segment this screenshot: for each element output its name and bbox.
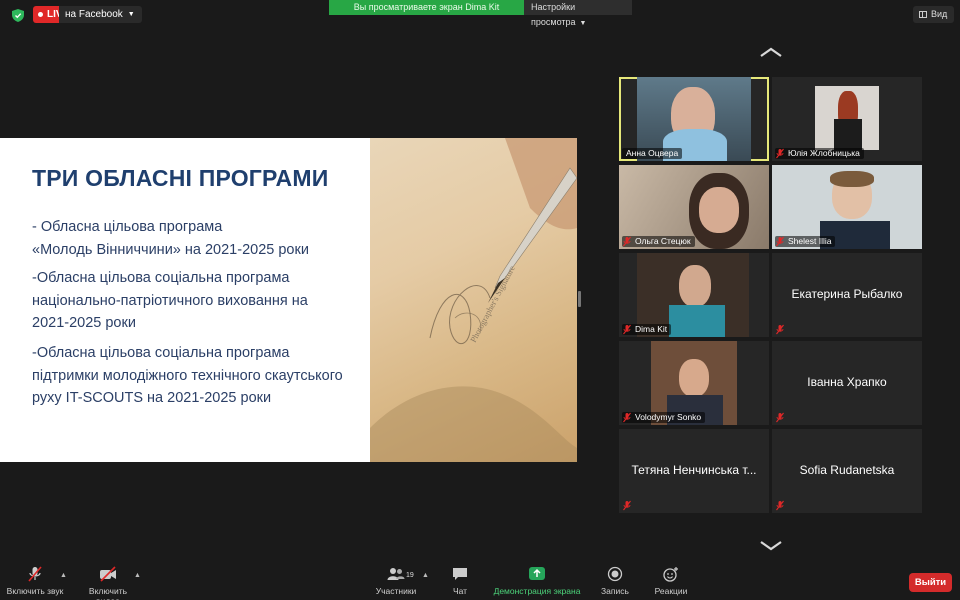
participant-video: [669, 305, 725, 337]
participant-name: Sofia Rudanetska: [799, 463, 895, 477]
chat-icon: [453, 568, 467, 580]
slide-photo-pen: Photographer's Signature: [370, 138, 577, 462]
participant-name: Юлія Жлобницька: [775, 148, 864, 159]
participant-name: Екатерина Рыбалко: [791, 287, 903, 301]
splitter-handle[interactable]: [578, 291, 581, 307]
muted-mic-icon: [776, 148, 784, 159]
view-options-dropdown[interactable]: Настройки просмотра ▼: [524, 0, 632, 27]
participant-video: [834, 119, 862, 150]
view-button-label: Вид: [931, 9, 948, 19]
participant-tile[interactable]: Volodymyr Sonko: [619, 341, 769, 425]
leave-meeting-button[interactable]: Выйти: [909, 573, 952, 592]
muted-mic-icon: [776, 412, 784, 423]
chevron-up-icon[interactable]: ▲: [134, 572, 141, 579]
slide-item-3: -Обласна цільова соціальна програма підт…: [32, 345, 343, 406]
shared-screen[interactable]: ТРИ ОБЛАСНІ ПРОГРАМИ - Обласна цільова п…: [0, 138, 577, 462]
reactions-label: Реакции: [654, 586, 688, 596]
participant-name: Тетяна Ненчинська т...: [631, 463, 757, 477]
muted-mic-icon: [776, 236, 784, 247]
participants-icon: [387, 568, 405, 580]
participant-tile[interactable]: Юлія Жлобницька: [772, 77, 922, 161]
video-off-icon: [100, 566, 116, 582]
stream-target-dropdown[interactable]: на Facebook ▼: [59, 6, 142, 23]
share-screen-label: Демонстрация экрана: [493, 586, 581, 596]
record-button[interactable]: Запись: [598, 566, 632, 596]
participant-tile[interactable]: Dima Kit: [619, 253, 769, 337]
chat-button[interactable]: Чат: [445, 566, 475, 596]
participant-name: Ольга Стецюк: [622, 236, 695, 247]
pen-signature-illustration: Photographer's Signature: [370, 138, 577, 462]
start-video-label: Включить видео: [88, 586, 128, 600]
participant-name: Volodymyr Sonko: [622, 412, 706, 423]
grid-view-icon: [919, 11, 927, 18]
slide-title: ТРИ ОБЛАСНІ ПРОГРАМИ: [32, 165, 329, 191]
participants-count: 19: [406, 572, 414, 579]
meeting-toolbar: Включить звук ▲ Включить видео ▲ Участни…: [0, 562, 960, 600]
participant-video: [679, 265, 711, 307]
unmute-label: Включить звук: [6, 586, 64, 596]
participant-tile[interactable]: Іванна Храпко: [772, 341, 922, 425]
participants-label: Участники: [375, 586, 417, 596]
muted-mic-icon: [623, 324, 631, 335]
participant-tile[interactable]: Ольга Стецюк: [619, 165, 769, 249]
screen-share-banner: Вы просматриваете экран Dima Kit: [329, 0, 524, 15]
participant-name: Іванна Храпко: [807, 375, 887, 389]
shield-icon[interactable]: [12, 9, 24, 22]
stream-target-label: на Facebook: [65, 9, 123, 20]
participant-tile[interactable]: Екатерина Рыбалко: [772, 253, 922, 337]
chevron-up-icon[interactable]: ▲: [422, 572, 429, 579]
muted-mic-icon: [623, 412, 631, 423]
muted-mic-icon: [623, 500, 631, 511]
participant-video: [699, 187, 739, 233]
record-icon: [607, 566, 623, 582]
chevron-down-icon: [760, 541, 782, 551]
photo-caption: Photographer's Signature: [468, 264, 517, 344]
muted-mic-icon: [28, 566, 42, 582]
muted-mic-icon: [623, 236, 631, 247]
participant-tile[interactable]: Тетяна Ненчинська т...: [619, 429, 769, 513]
participant-tile[interactable]: Анна Оцвера: [619, 77, 769, 161]
muted-mic-icon: [776, 500, 784, 511]
share-screen-icon: [529, 567, 545, 580]
record-label: Запись: [601, 586, 629, 596]
participants-button[interactable]: Участники: [372, 566, 420, 596]
participant-tile[interactable]: Shelest Illia: [772, 165, 922, 249]
participant-tile[interactable]: Sofia Rudanetska: [772, 429, 922, 513]
muted-mic-icon: [776, 324, 784, 335]
chevron-up-icon[interactable]: ▲: [60, 572, 67, 579]
participant-name: Анна Оцвера: [622, 148, 683, 159]
reactions-button[interactable]: Реакции: [651, 566, 691, 596]
chat-label: Чат: [452, 586, 468, 596]
start-video-button[interactable]: Включить видео: [76, 566, 140, 600]
view-button[interactable]: Вид: [913, 6, 954, 23]
reactions-icon: [663, 567, 678, 582]
zoom-meeting-window: LIVE на Facebook▼ Вы просматриваете экра…: [0, 0, 960, 600]
chevron-down-icon: ▼: [127, 11, 135, 18]
share-screen-button[interactable]: Демонстрация экрана: [490, 566, 584, 596]
participant-video: [830, 171, 874, 187]
view-options-label: Настройки просмотра: [531, 2, 576, 27]
gallery-scroll-down-button[interactable]: [759, 540, 783, 552]
gallery-scroll-up-button[interactable]: [759, 46, 783, 58]
participant-video: [679, 359, 709, 397]
unmute-button[interactable]: Включить звук: [6, 566, 64, 596]
slide-item-1: - Обласна цільова програма «Молодь Вінни…: [32, 219, 309, 258]
chevron-down-icon: ▼: [579, 20, 587, 27]
slide-item-2: -Обласна цільова соціальна програма наці…: [32, 270, 308, 331]
chevron-up-icon: [760, 47, 782, 57]
